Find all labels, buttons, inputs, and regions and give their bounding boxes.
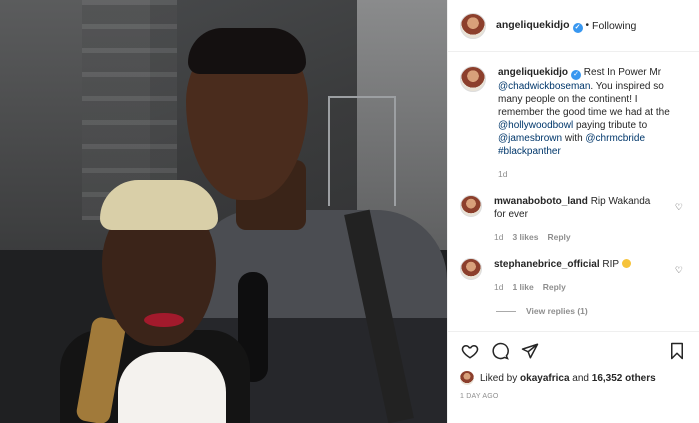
- comment-timestamp[interactable]: 1d: [494, 282, 503, 292]
- caption-timestamp[interactable]: 1d: [498, 168, 684, 181]
- mention-link[interactable]: @jamesbrown: [498, 133, 562, 144]
- mention-link[interactable]: @hollywoodbowl: [498, 120, 573, 131]
- comment-like-icon[interactable]: ♡: [675, 202, 683, 213]
- comment-like-icon[interactable]: ♡: [675, 265, 683, 276]
- liked-by: Liked by okayafrica and 16,352 others: [460, 371, 687, 385]
- reply-button[interactable]: Reply: [543, 282, 566, 292]
- verified-icon: ✓: [572, 22, 583, 33]
- avatar[interactable]: [460, 66, 486, 92]
- caption-text: angeliquekidjo ✓ Rest In Power Mr @chadwi…: [498, 67, 670, 157]
- following-button[interactable]: Following: [592, 20, 636, 32]
- instagram-post: angeliquekidjo ✓ • Following angeliquekid…: [0, 0, 699, 423]
- likes-count[interactable]: 16,352 others: [592, 373, 656, 384]
- comment-username[interactable]: stephanebrice_official: [494, 259, 600, 270]
- separator: •: [585, 20, 590, 31]
- comment-meta: 1d 1 like Reply: [494, 281, 660, 294]
- hashtag-link[interactable]: #blackpanther: [498, 146, 561, 157]
- mention-link[interactable]: @chadwickboseman: [498, 81, 590, 92]
- share-icon[interactable]: [520, 341, 540, 361]
- header-username[interactable]: angeliquekidjo ✓: [496, 19, 583, 33]
- bookmark-icon[interactable]: [667, 341, 687, 361]
- comment-username[interactable]: mwanaboboto_land: [494, 196, 588, 207]
- view-replies-button[interactable]: View replies (1): [496, 306, 687, 316]
- comment-item: mwanaboboto_land Rip Wakanda for ever 1d…: [460, 195, 687, 244]
- reply-button[interactable]: Reply: [547, 232, 570, 242]
- post-photo[interactable]: [0, 0, 447, 423]
- mention-link[interactable]: @chrmcbride: [585, 133, 645, 144]
- comment-likes[interactable]: 3 likes: [512, 232, 538, 242]
- comment-icon[interactable]: [490, 341, 510, 361]
- post-side-panel: angeliquekidjo ✓ • Following angeliquekid…: [447, 0, 699, 423]
- caption-username[interactable]: angeliquekidjo: [498, 67, 568, 78]
- sad-emoji-icon: [621, 259, 631, 268]
- comment-item: stephanebrice_official RIP 1d 1 like Reply…: [460, 258, 687, 294]
- avatar[interactable]: [460, 195, 482, 217]
- comment-meta: 1d 3 likes Reply: [494, 231, 660, 244]
- comments-list[interactable]: angeliquekidjo ✓ Rest In Power Mr @chadwi…: [448, 52, 699, 331]
- avatar[interactable]: [460, 371, 474, 385]
- action-bar: Liked by okayafrica and 16,352 others 1 …: [448, 331, 699, 423]
- liked-by-user[interactable]: okayafrica: [520, 373, 569, 384]
- post-date[interactable]: 1 DAY AGO: [460, 393, 687, 400]
- avatar[interactable]: [460, 12, 486, 39]
- verified-icon: ✓: [571, 70, 582, 80]
- comment-likes[interactable]: 1 like: [512, 282, 533, 292]
- comment-text: RIP: [602, 259, 619, 270]
- post-header: angeliquekidjo ✓ • Following: [448, 0, 699, 52]
- comment-timestamp[interactable]: 1d: [494, 232, 503, 242]
- heart-icon[interactable]: [460, 341, 480, 361]
- avatar[interactable]: [460, 258, 482, 280]
- caption: angeliquekidjo ✓ Rest In Power Mr @chadwi…: [460, 66, 687, 181]
